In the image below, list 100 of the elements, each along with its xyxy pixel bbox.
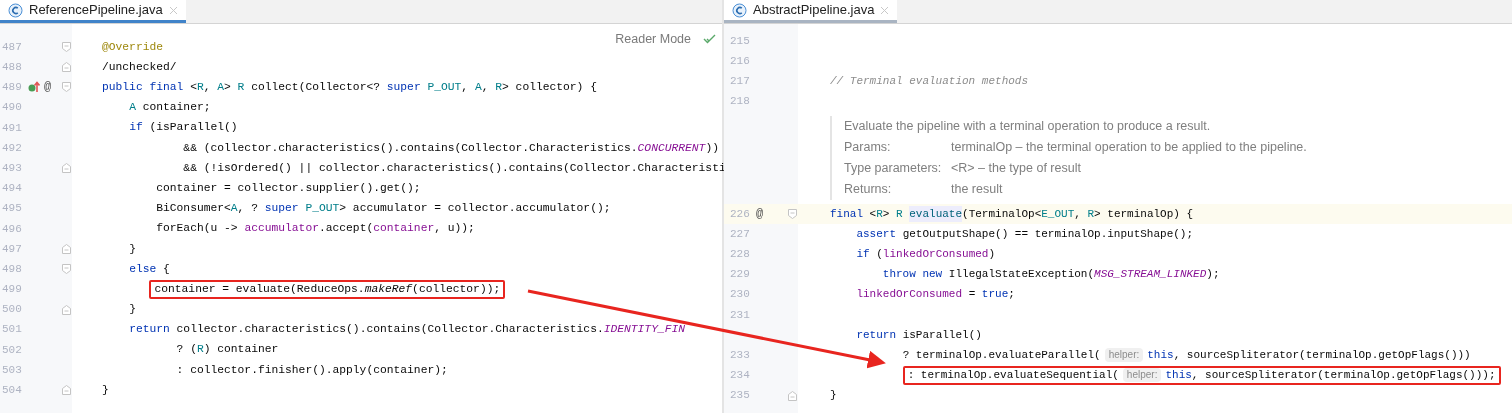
parameter-hint: helper: (1104, 348, 1144, 363)
code-token: assert (856, 226, 897, 242)
line-number: 215 (730, 33, 751, 49)
close-icon[interactable] (168, 5, 178, 15)
code-token: } (129, 241, 136, 257)
code-token: < (869, 206, 877, 222)
code-token: , (461, 80, 470, 95)
code-token: : collector.finisher().apply(container); (176, 362, 448, 378)
code-token: , (203, 80, 212, 95)
code-token: /unchecked/ (102, 59, 177, 75)
fold-icon[interactable] (61, 82, 71, 93)
code-token: throw new (882, 267, 944, 283)
code-token: , (481, 80, 490, 95)
fold-icon[interactable] (61, 62, 71, 73)
code-token: (TerminalOp< (962, 206, 1042, 222)
line-number: 228 (730, 246, 751, 262)
editor-tab[interactable]: AbstractPipeline.java (724, 0, 898, 23)
code-token: getOutputShape() == terminalOp.inputShape(); (902, 226, 1194, 242)
code-token: , sourceSpliterator(terminalOp.getOpFlags())) (1173, 347, 1471, 363)
code-token: : terminalOp.evaluateSequential( (907, 368, 1119, 384)
line-number: 229 (730, 267, 751, 283)
code-token: isParallel() (902, 327, 982, 343)
code-token: return (129, 322, 171, 338)
code-token: @Override (102, 39, 163, 55)
fold-icon[interactable] (787, 390, 797, 401)
code-token: > (882, 206, 891, 222)
code-token: > terminalOp) { (1094, 206, 1194, 222)
java-class-icon (8, 2, 23, 18)
editor-tab[interactable]: ReferencePipeline.java (0, 0, 186, 23)
fold-icon[interactable] (61, 385, 71, 396)
code-token: .accept( (318, 221, 374, 237)
code-token: ( (876, 246, 883, 262)
fold-icon[interactable] (61, 264, 71, 275)
code-token: > collector) { (502, 80, 597, 95)
code-token: collector.characteristics().contains(Collector.Characteristics. (176, 322, 604, 338)
doc-label: Returns: (844, 180, 893, 198)
fold-icon[interactable] (787, 208, 797, 219)
code-token: R (495, 80, 503, 95)
line-number: 226 (730, 206, 751, 222)
close-icon[interactable] (880, 5, 890, 15)
line-number: 492 (2, 140, 23, 156)
code-token: else (129, 261, 157, 277)
code-token: if (129, 120, 144, 136)
code-token: (collector)); (412, 281, 501, 297)
checkmark-icon (703, 34, 716, 45)
parameter-hint: helper: (1122, 368, 1162, 383)
annotation-marker[interactable]: @ (44, 78, 52, 97)
line-number: 488 (2, 60, 23, 76)
line-number: 233 (730, 347, 751, 363)
code-token: , ? (237, 201, 259, 217)
fold-icon[interactable] (61, 163, 71, 174)
code-token: } (129, 302, 136, 318)
code-token: )) (705, 140, 719, 156)
code-token: if (856, 246, 871, 262)
code-token: container = evaluate(ReduceOps. (154, 281, 365, 297)
code-token: } (830, 388, 837, 404)
code-token: container (373, 221, 435, 237)
line-number: 230 (730, 287, 751, 303)
code-token: // Terminal evaluation methods (830, 74, 1029, 90)
code-token: CONCURRENT (637, 140, 706, 156)
code-token: = (968, 287, 977, 303)
code-token: , sourceSpliterator(terminalOp.getOpFlags())); (1191, 368, 1496, 384)
line-number: 216 (730, 54, 751, 70)
code-token: BiConsumer< (156, 201, 231, 217)
code-token: MSG_STREAM_LINKED (1094, 267, 1207, 283)
code-token: < (190, 80, 197, 95)
code-token: evaluate (909, 205, 963, 223)
line-number: 217 (730, 74, 751, 90)
reader-mode-button[interactable]: Reader Mode (615, 30, 691, 49)
code-token: (isParallel() (149, 120, 238, 136)
code-token: makeRef (364, 281, 413, 297)
code-token: R (196, 80, 204, 95)
tab-title: ReferencePipeline.java (29, 1, 163, 20)
line-number: 499 (2, 282, 23, 298)
line-number: 218 (730, 94, 751, 110)
code-token: , u)); (434, 221, 475, 237)
code-token: public final (102, 80, 185, 95)
code-token: { (163, 261, 170, 277)
code-token: return (856, 327, 897, 343)
line-number: 487 (2, 39, 23, 55)
line-number: 501 (2, 322, 23, 338)
code-token: this (1165, 368, 1192, 384)
fold-icon[interactable] (61, 42, 71, 53)
code-token: ); (1206, 267, 1220, 283)
line-number: 504 (2, 383, 23, 399)
code-token: A (230, 201, 238, 217)
line-number: 496 (2, 221, 23, 237)
override-marker-icon[interactable] (28, 81, 40, 94)
doc-value: terminalOp – the terminal operation to be applied to the pipeline. (951, 138, 1307, 156)
line-number: 502 (2, 342, 23, 358)
java-class-icon (732, 2, 747, 18)
code-token: A (474, 80, 482, 95)
code-token: collect(Collector<? (251, 80, 381, 95)
fold-icon[interactable] (61, 304, 71, 315)
fold-icon[interactable] (61, 243, 71, 254)
annotation-marker[interactable]: @ (756, 204, 764, 223)
code-token: && (collector.characteristics().contains(Collector.Characteristics. (183, 140, 638, 156)
line-number: 491 (2, 120, 23, 136)
code-token: this (1147, 347, 1174, 363)
line-number: 235 (730, 388, 751, 404)
